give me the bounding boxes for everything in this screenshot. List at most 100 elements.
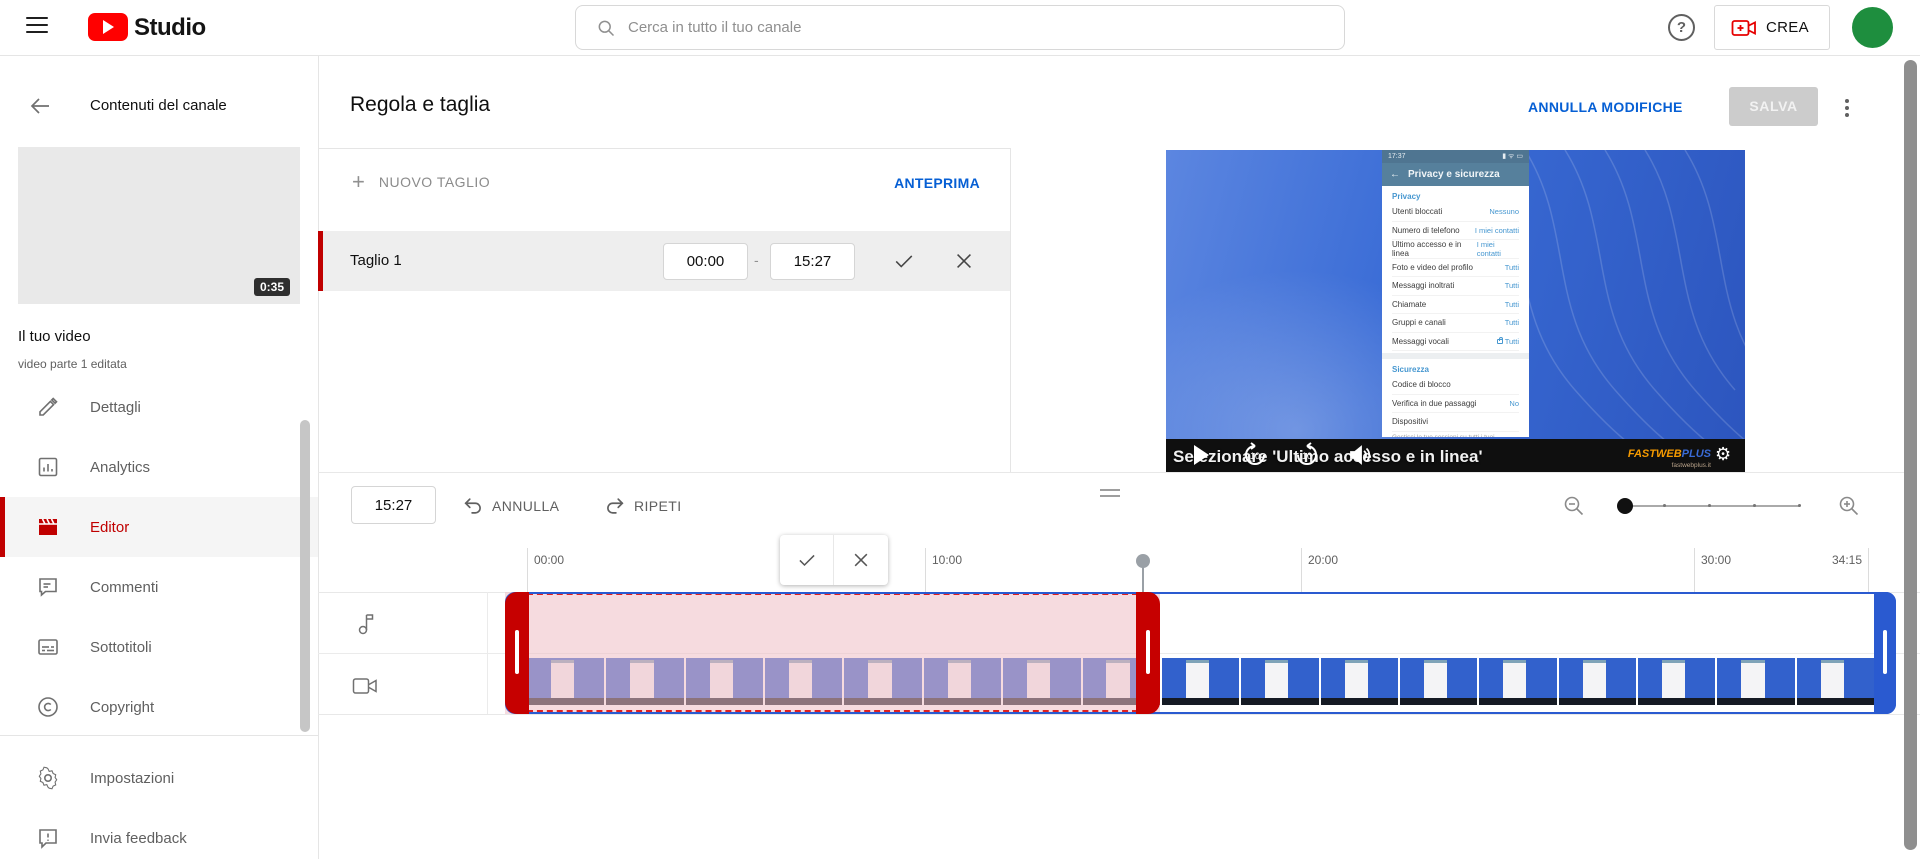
cut-row[interactable]: Taglio 1 - (318, 231, 1010, 291)
phone-screenshot: 17:37 ▮ ᯤ ▭ ← Privacy e sicurezza Privac… (1382, 150, 1529, 437)
save-button[interactable]: SALVA (1729, 87, 1818, 126)
new-cut-button[interactable]: + NUOVO TAGLIO (352, 172, 490, 192)
panel-resizer-handle[interactable] (1100, 489, 1120, 497)
video-track-icon (352, 676, 378, 696)
redo-icon (604, 495, 626, 517)
zoom-out-icon[interactable] (1562, 494, 1586, 518)
cut-name: Taglio 1 (350, 252, 402, 269)
volume-icon[interactable] (1348, 444, 1372, 466)
player-watermark: FASTWEBPLUS fastwebplus.it (1621, 447, 1711, 471)
filmstrip-thumbnail (1638, 658, 1715, 705)
comment-icon (36, 575, 60, 599)
zoom-slider-tick (1708, 504, 1711, 507)
filmstrip-thumbnail (1321, 658, 1398, 705)
watermark-sub: fastwebplus.it (1621, 460, 1711, 471)
ruler-tick-label: 10:00 (932, 553, 962, 567)
ruler-tick (1694, 548, 1695, 592)
filmstrip-thumbnail (1241, 658, 1318, 705)
filmstrip-thumbnail (1479, 658, 1556, 705)
svg-text:10: 10 (1302, 451, 1312, 461)
ruler-tick (527, 548, 528, 592)
video-plus-icon (1731, 17, 1757, 39)
sidebar-item-label: Editor (90, 519, 129, 536)
ruler-tick-label: 30:00 (1701, 553, 1731, 567)
gear-icon (36, 766, 60, 790)
player-settings-gear-icon[interactable]: ⚙ (1715, 444, 1731, 465)
back-label[interactable]: Contenuti del canale (90, 97, 227, 114)
playhead-stem (1142, 566, 1144, 592)
page-title: Regola e taglia (350, 93, 490, 117)
confirm-selection-button[interactable] (780, 535, 834, 585)
playhead-time-input[interactable] (351, 486, 436, 524)
zoom-slider-tick (1753, 504, 1756, 507)
redo-button[interactable]: RIPETI (604, 495, 682, 517)
selection-confirm-card (780, 535, 888, 585)
sidebar-item-copyright[interactable]: Copyright (0, 677, 318, 737)
ruler-tick-label: 20:00 (1308, 553, 1338, 567)
video-duration-badge: 0:35 (254, 278, 290, 296)
phone-status-bar: 17:37 ▮ ᯤ ▭ (1382, 150, 1529, 163)
sidebar-item-label: Sottotitoli (90, 639, 152, 656)
phone-settings-list: PrivacyUtenti bloccatiNessunoNumero di t… (1382, 186, 1529, 437)
plus-icon: + (352, 172, 365, 192)
sidebar-item-analytics[interactable]: Analytics (0, 437, 318, 497)
search-icon (596, 18, 616, 38)
forward-10-icon[interactable]: 10 (1294, 442, 1320, 468)
zoom-slider-tick (1663, 504, 1666, 507)
phone-settings-row: Dispositivi (1392, 413, 1519, 432)
sidebar-scrollbar[interactable] (300, 420, 310, 732)
hamburger-menu-icon[interactable] (26, 17, 48, 33)
sidebar-item-impostazioni[interactable]: Impostazioni (0, 748, 318, 808)
zoom-slider-thumb[interactable] (1617, 498, 1633, 514)
cut-end-handle[interactable] (1136, 592, 1160, 714)
zoom-in-icon[interactable] (1837, 494, 1861, 518)
delete-cut-icon[interactable] (953, 250, 975, 272)
cut-end-input[interactable] (770, 243, 855, 280)
sidebar-item-dettagli[interactable]: Dettagli (0, 377, 318, 437)
phone-settings-row: Ultimo accesso e in lineaI miei contatti (1392, 240, 1519, 259)
search-bar (575, 5, 1345, 50)
help-icon[interactable]: ? (1668, 14, 1695, 41)
preview-button[interactable]: ANTEPRIMA (880, 175, 980, 191)
sidebar-item-editor[interactable]: Editor (0, 497, 318, 557)
clip-end-handle[interactable] (1874, 592, 1896, 714)
back-arrow-icon[interactable] (28, 94, 52, 118)
sidebar-item-sottotitoli[interactable]: Sottotitoli (0, 617, 318, 677)
copyright-icon (36, 695, 60, 719)
watermark-main: FASTWEB (1628, 448, 1682, 460)
svg-text:10: 10 (1250, 451, 1260, 461)
cut-range-dash: - (754, 252, 759, 268)
ruler-tick (925, 548, 926, 592)
cut-row-accent (318, 231, 323, 291)
undo-icon (462, 495, 484, 517)
sidebar-item-invia-feedback[interactable]: Invia feedback (0, 808, 318, 859)
sidebar-item-label: Impostazioni (90, 770, 174, 787)
account-avatar[interactable] (1852, 7, 1893, 48)
lock-icon (1497, 339, 1503, 344)
phone-settings-row: ChiamateTutti (1392, 296, 1519, 315)
undo-button[interactable]: ANNULLA (462, 495, 559, 517)
cut-start-handle[interactable] (505, 592, 529, 714)
phone-section-label: Sicurezza (1382, 359, 1529, 376)
filmstrip-thumbnail (1717, 658, 1794, 705)
filmstrip-thumbnail (1162, 658, 1239, 705)
phone-screen-title: Privacy e sicurezza (1408, 169, 1500, 180)
cancel-selection-button[interactable] (834, 535, 888, 585)
search-input[interactable] (628, 7, 1328, 48)
sidebar-item-commenti[interactable]: Commenti (0, 557, 318, 617)
create-button[interactable]: CREA (1714, 5, 1830, 50)
editor-icon (36, 515, 60, 539)
cut-start-input[interactable] (663, 243, 748, 280)
phone-settings-row: Numero di telefonoI miei contatti (1392, 222, 1519, 241)
kebab-menu-icon[interactable] (1843, 96, 1851, 120)
video-preview[interactable]: 17:37 ▮ ᯤ ▭ ← Privacy e sicurezza Privac… (1166, 150, 1745, 472)
phone-settings-row: Utenti bloccatiNessuno (1392, 203, 1519, 222)
page-scrollbar[interactable] (1904, 60, 1917, 850)
undo-label: ANNULLA (492, 498, 559, 514)
confirm-cut-icon[interactable] (893, 250, 915, 272)
phone-row-note: Gestisci le tue sessioni su tutti i tuoi… (1392, 434, 1519, 438)
play-icon[interactable] (1194, 445, 1209, 465)
rewind-10-icon[interactable]: 10 (1242, 442, 1268, 468)
discard-changes-button[interactable]: ANNULLA MODIFICHE (1528, 99, 1708, 115)
youtube-logo-icon[interactable] (88, 13, 128, 41)
